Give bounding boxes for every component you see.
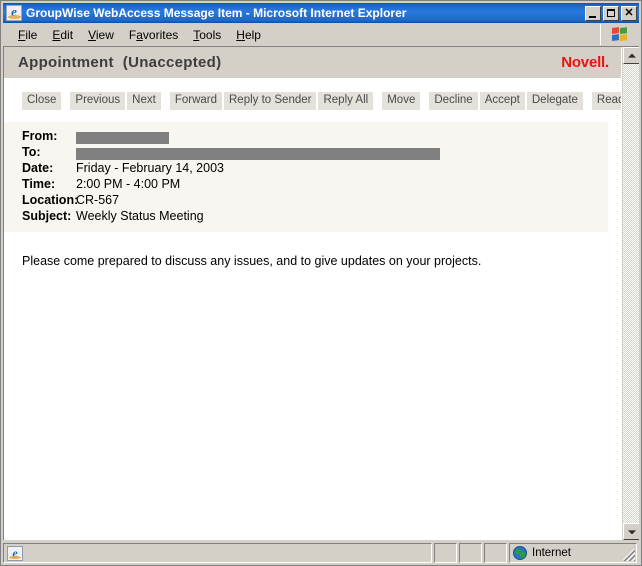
minimize-button[interactable] — [585, 5, 601, 21]
previous-button[interactable]: Previous — [70, 92, 126, 110]
detail-row-from: From: — [4, 128, 608, 144]
window-titlebar[interactable]: e GroupWise WebAccess Message Item - Mic… — [3, 3, 639, 23]
message-body: Please come prepared to discuss any issu… — [22, 254, 482, 268]
appointment-details: From: To: Date: Friday - February 14, 20… — [4, 122, 608, 232]
detail-label-to: To: — [22, 145, 41, 159]
menu-item-help[interactable]: Help — [229, 26, 269, 44]
detail-row-date: Date: Friday - February 14, 2003 — [4, 160, 608, 176]
detail-label-from: From: — [22, 129, 58, 143]
scrollbar-track[interactable] — [623, 64, 639, 523]
detail-value-time: 2:00 PM - 4:00 PM — [76, 177, 181, 191]
resize-grip[interactable] — [623, 549, 635, 561]
page-title: Appointment (Unaccepted) — [18, 54, 221, 71]
detail-row-to: To: — [4, 144, 608, 160]
menu-item-edit[interactable]: Edit — [45, 26, 81, 44]
status-panel-2 — [459, 543, 482, 563]
status-panel-1 — [434, 543, 457, 563]
globe-icon — [513, 546, 527, 560]
next-button[interactable]: Next — [127, 92, 161, 110]
groupwise-webaccess-page: Appointment (Unaccepted) Novell. Close Pr… — [4, 47, 621, 540]
toolbar-group-navigate: Previous Next — [70, 92, 162, 110]
reply-to-sender-button[interactable]: Reply to Sender — [224, 92, 317, 110]
window-title: GroupWise WebAccess Message Item - Micro… — [26, 6, 407, 20]
novell-logo: Novell. — [561, 54, 609, 71]
detail-value-from — [76, 128, 169, 144]
detail-value-subject: Weekly Status Meeting — [76, 209, 204, 223]
menu-item-view[interactable]: View — [81, 26, 122, 44]
detail-row-time: Time: 2:00 PM - 4:00 PM — [4, 176, 608, 192]
maximize-button[interactable] — [603, 5, 619, 21]
detail-label-subject: Subject: — [22, 209, 72, 223]
detail-row-subject: Subject: Weekly Status Meeting — [4, 208, 608, 224]
detail-label-date: Date: — [22, 161, 54, 175]
move-button[interactable]: Move — [382, 92, 421, 110]
windows-flag-icon — [600, 24, 639, 45]
status-message-panel: e — [3, 543, 432, 563]
reply-all-button[interactable]: Reply All — [318, 92, 374, 110]
status-badge: (Unaccepted) — [122, 54, 222, 71]
redaction-bar-to — [76, 147, 440, 160]
close-icon: ✕ — [624, 6, 634, 19]
detail-value-date: Friday - February 14, 2003 — [76, 161, 224, 175]
close-button-action[interactable]: Close — [22, 92, 62, 110]
status-panel-3 — [484, 543, 507, 563]
menu-item-favorites[interactable]: Favorites — [122, 26, 186, 44]
scroll-down-icon[interactable] — [623, 523, 639, 540]
close-button[interactable]: ✕ — [621, 5, 637, 21]
detail-value-location: CR-567 — [76, 193, 120, 207]
toolbar-group-other: Read Later Properties — [591, 92, 621, 110]
scroll-up-icon[interactable] — [623, 47, 639, 64]
ie-document-icon: e — [6, 5, 22, 21]
detail-label-time: Time: — [22, 177, 56, 191]
ie-browser-window: e GroupWise WebAccess Message Item - Mic… — [0, 0, 642, 566]
menu-bar: File Edit View Favorites Tools Help — [3, 24, 639, 46]
redaction-bar-from — [76, 131, 169, 144]
decline-button[interactable]: Decline — [429, 92, 478, 110]
forward-button[interactable]: Forward — [169, 92, 222, 110]
security-zone-panel[interactable]: Internet — [509, 543, 637, 563]
detail-row-location: Location: CR-567 — [4, 192, 608, 208]
vertical-scrollbar[interactable] — [622, 47, 639, 540]
appointment-header: Appointment (Unaccepted) Novell. — [4, 47, 621, 78]
ie-status-icon: e — [7, 545, 23, 561]
detail-value-to — [76, 144, 440, 160]
toolbar-group-move: Move — [382, 92, 422, 110]
detail-label-location: Location: — [22, 193, 79, 207]
read-later-button[interactable]: Read Later — [591, 92, 621, 110]
action-toolbar: Close Previous Next Forward Reply to Sen… — [4, 78, 621, 117]
toolbar-group-close: Close — [22, 92, 63, 110]
window-controls: ✕ — [585, 5, 637, 21]
page-title-text: Appointment — [18, 54, 114, 71]
accept-button[interactable]: Accept — [479, 92, 525, 110]
browser-content-frame: Appointment (Unaccepted) Novell. Close Pr… — [3, 46, 639, 540]
menu-items: File Edit View Favorites Tools Help — [3, 24, 600, 45]
delegate-button[interactable]: Delegate — [526, 92, 583, 110]
status-bar: e Internet — [3, 542, 639, 563]
menu-item-file[interactable]: File — [11, 26, 45, 44]
menu-item-tools[interactable]: Tools — [186, 26, 229, 44]
toolbar-group-reply: Forward Reply to Sender Reply All — [169, 92, 375, 110]
toolbar-group-respond: Decline Accept Delegate — [429, 92, 585, 110]
security-zone-label: Internet — [532, 547, 571, 559]
